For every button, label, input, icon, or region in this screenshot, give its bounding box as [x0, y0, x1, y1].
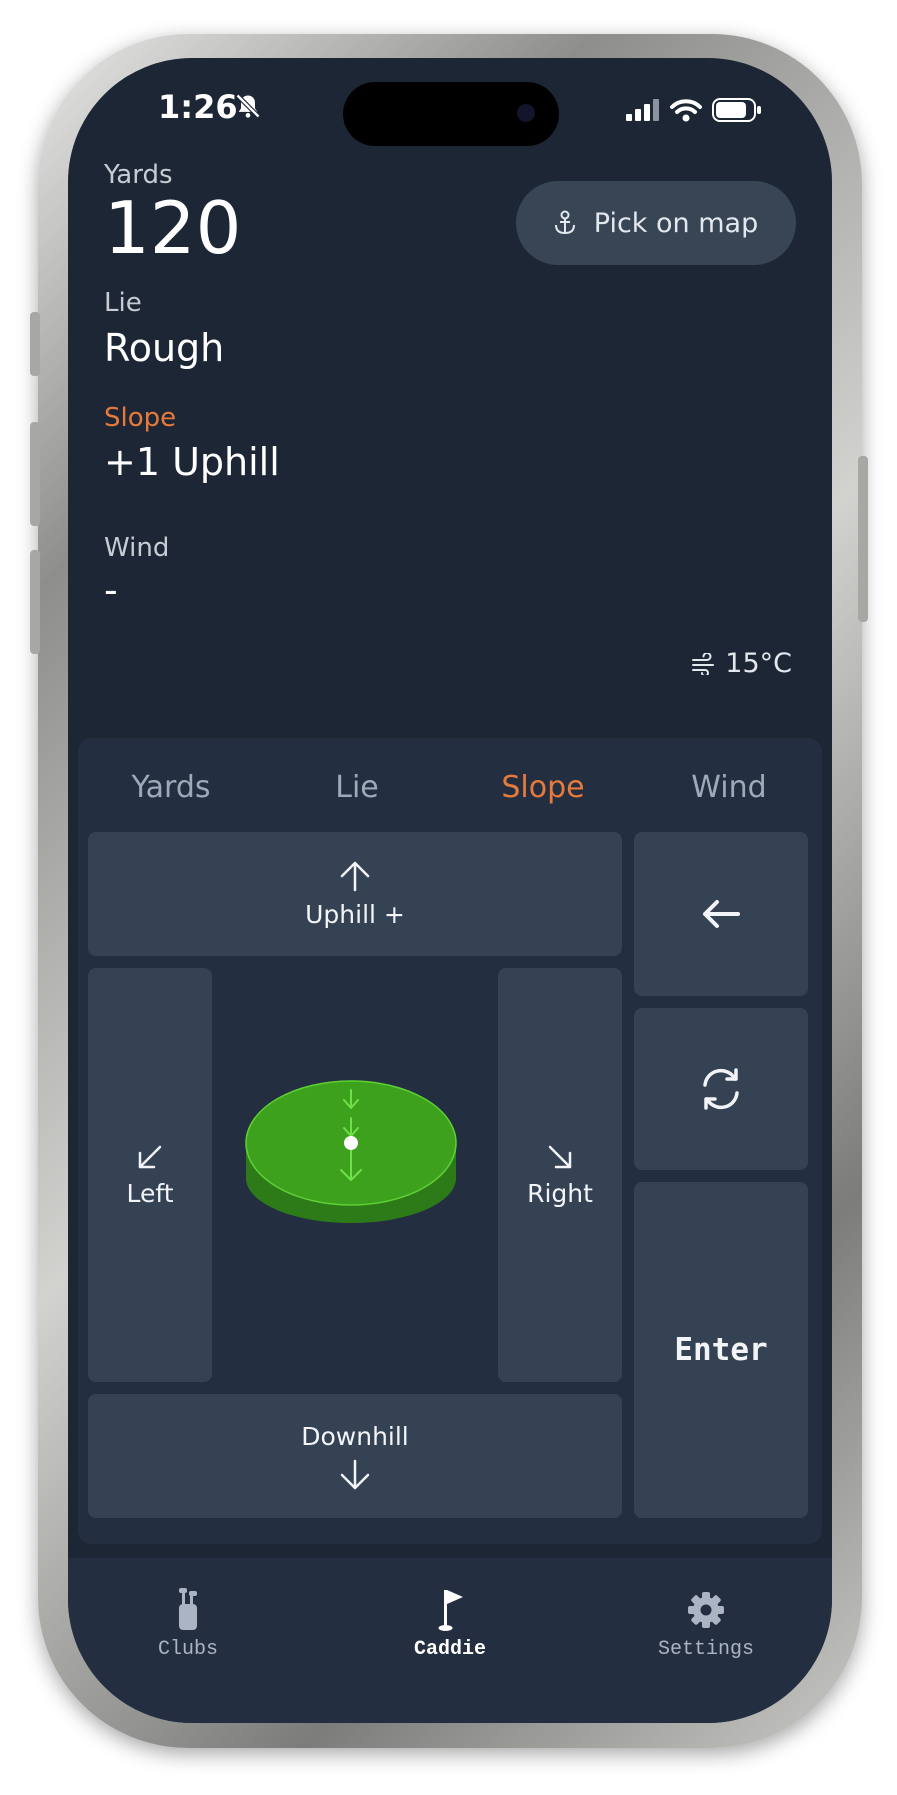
reset-button[interactable]: [634, 1008, 808, 1170]
bell-muted-icon: [235, 93, 261, 119]
arrow-left-icon: [703, 900, 740, 928]
nav-settings-label: Settings: [657, 1638, 754, 1661]
power-button: [858, 456, 868, 622]
yards-value: 120: [104, 186, 242, 270]
volume-up-button: [30, 422, 40, 526]
right-label: Right: [527, 1178, 593, 1208]
enter-button[interactable]: Enter: [634, 1182, 808, 1518]
nav-clubs-label: Clubs: [157, 1638, 218, 1661]
tab-slope[interactable]: Slope: [450, 770, 636, 805]
temperature-readout: 15°C: [691, 648, 792, 679]
downhill-label: Downhill: [301, 1421, 409, 1451]
nav-settings[interactable]: Settings: [606, 1588, 806, 1661]
gear-icon: [688, 1592, 724, 1628]
arrow-down-left-icon: [138, 1145, 162, 1168]
downhill-button[interactable]: Downhill: [88, 1394, 622, 1518]
arrow-down-right-icon: [548, 1145, 572, 1168]
tab-wind[interactable]: Wind: [636, 770, 822, 805]
pick-on-map-button[interactable]: Pick on map: [516, 181, 796, 265]
uphill-label: Uphill +: [305, 899, 405, 929]
right-button[interactable]: Right: [498, 968, 622, 1382]
wind-value: -: [104, 568, 118, 612]
battery-icon: [712, 98, 761, 122]
temperature-value: 15°C: [725, 648, 792, 679]
signal-icon: [626, 99, 659, 121]
golf-bag-icon: [179, 1588, 197, 1630]
arrow-up-icon: [340, 861, 370, 891]
input-panel: Yards Lie Slope Wind Uphill + Left Right…: [78, 738, 822, 1544]
uphill-button[interactable]: Uphill +: [88, 832, 622, 956]
tab-lie[interactable]: Lie: [264, 770, 450, 805]
refresh-icon: [703, 1068, 739, 1110]
action-button: [30, 312, 40, 376]
enter-label: Enter: [674, 1332, 768, 1368]
left-button[interactable]: Left: [88, 968, 212, 1382]
slope-label: Slope: [104, 403, 177, 433]
tab-yards[interactable]: Yards: [78, 770, 264, 805]
bottom-nav: Clubs Caddie Settings: [68, 1558, 832, 1723]
app-screen: 1:26 Yards 120 Pick on map Lie Rough Slo…: [68, 58, 832, 1723]
left-label: Left: [126, 1178, 174, 1208]
slope-value: +1 Uphill: [104, 440, 280, 484]
nav-caddie-label: Caddie: [413, 1638, 486, 1661]
nav-caddie[interactable]: Caddie: [350, 1588, 550, 1661]
status-time: 1:26: [158, 88, 238, 126]
wind-icon: [692, 652, 715, 675]
status-bar: 1:26: [68, 58, 832, 168]
wind-label: Wind: [104, 533, 170, 563]
arrow-down-icon: [340, 1459, 370, 1489]
flag-icon: [438, 1590, 463, 1631]
slope-green-illustration: [245, 1080, 457, 1223]
volume-down-button: [30, 550, 40, 654]
backspace-button[interactable]: [634, 832, 808, 996]
dynamic-island: [343, 82, 559, 146]
pick-on-map-label: Pick on map: [593, 207, 759, 239]
lie-value: Rough: [104, 326, 225, 370]
anchor-icon: [554, 210, 575, 235]
nav-clubs[interactable]: Clubs: [88, 1588, 288, 1661]
wifi-icon: [670, 99, 702, 122]
lie-label: Lie: [104, 288, 142, 318]
